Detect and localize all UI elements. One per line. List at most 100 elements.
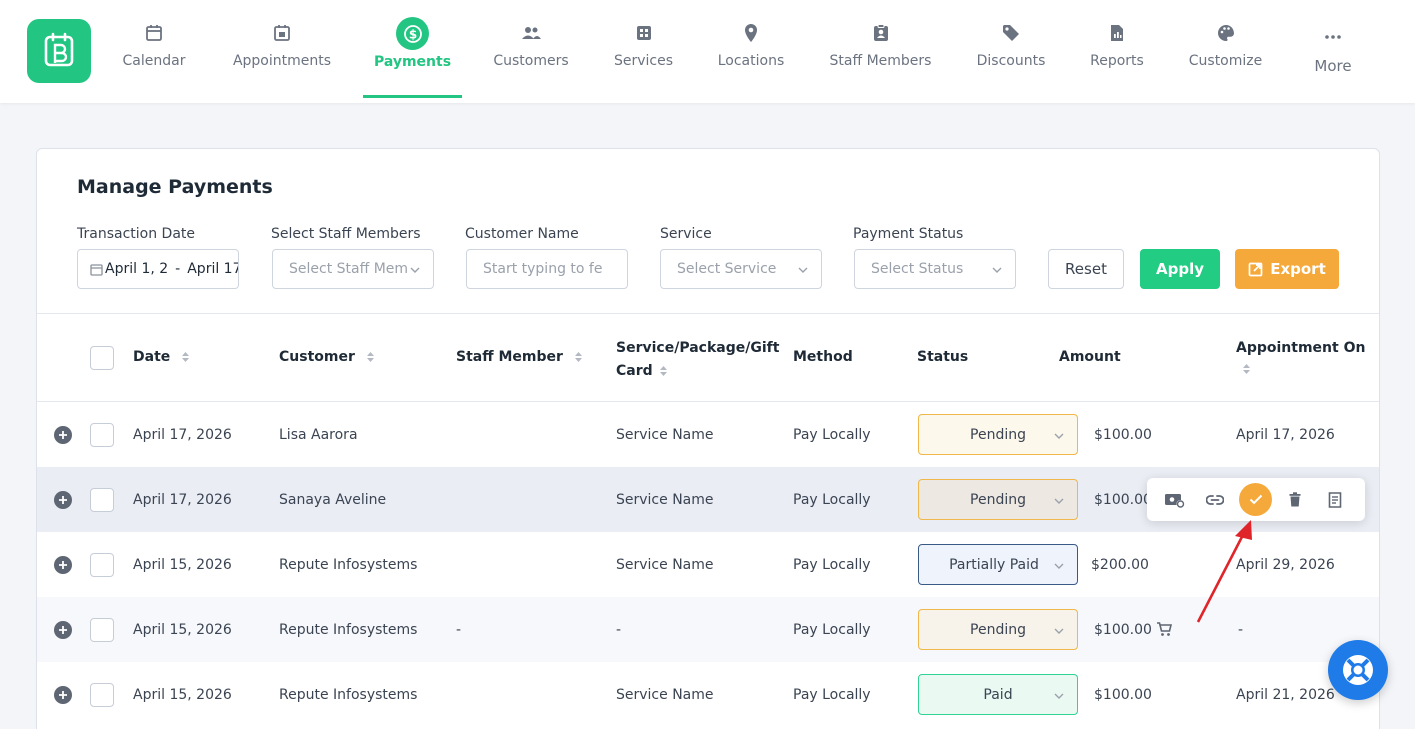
expand-row-button[interactable] bbox=[54, 491, 72, 509]
invoice-icon bbox=[1328, 491, 1342, 508]
logo-icon bbox=[44, 32, 74, 67]
nav-services[interactable]: Services bbox=[613, 0, 674, 98]
apply-button[interactable]: Apply bbox=[1140, 249, 1220, 289]
refund-button[interactable] bbox=[1161, 478, 1189, 521]
status-select[interactable]: Paid bbox=[918, 674, 1078, 715]
row-checkbox[interactable] bbox=[90, 488, 114, 512]
nav-staff-members[interactable]: Staff Members bbox=[828, 0, 933, 98]
staff-filter-label: Select Staff Members bbox=[271, 226, 421, 242]
plus-icon bbox=[59, 691, 67, 699]
tag-icon bbox=[1003, 25, 1019, 41]
report-icon bbox=[1111, 25, 1123, 41]
table-row[interactable]: April 15, 2026 Repute Infosystems Servic… bbox=[37, 532, 1379, 597]
invoice-button[interactable] bbox=[1324, 478, 1346, 521]
column-header-service[interactable]: Service/Package/Gift Card bbox=[616, 337, 779, 383]
row-amount: $100.00 bbox=[1094, 686, 1152, 703]
status-select[interactable]: Pending bbox=[918, 479, 1078, 520]
row-service: Service Name bbox=[616, 426, 714, 443]
row-amount: $100.00 bbox=[1094, 621, 1152, 638]
dollar-circle-icon: $ bbox=[403, 24, 422, 43]
nav-payments[interactable]: $ Payments bbox=[363, 0, 462, 98]
chevron-down-icon bbox=[1054, 628, 1064, 634]
row-customer: Sanaya Aveline bbox=[279, 491, 387, 508]
row-customer: Repute Infosystems bbox=[279, 686, 418, 703]
chevron-down-icon bbox=[1054, 693, 1064, 699]
column-header-customer[interactable]: Customer bbox=[279, 349, 375, 365]
row-method: Pay Locally bbox=[793, 491, 871, 508]
column-header-status: Status bbox=[917, 349, 969, 365]
row-checkbox[interactable] bbox=[90, 553, 114, 577]
column-header-amount: Amount bbox=[1059, 349, 1121, 365]
export-icon bbox=[1248, 262, 1263, 276]
id-badge-icon bbox=[873, 24, 888, 41]
table-row[interactable]: April 15, 2026 Repute Infosystems Servic… bbox=[37, 662, 1379, 727]
nav-reports[interactable]: Reports bbox=[1089, 0, 1145, 98]
status-select[interactable]: Select Status bbox=[854, 249, 1016, 289]
link-icon bbox=[1206, 494, 1224, 505]
row-method: Pay Locally bbox=[793, 426, 871, 443]
service-select[interactable]: Select Service bbox=[660, 249, 822, 289]
chevron-down-icon bbox=[1054, 498, 1064, 504]
expand-row-button[interactable] bbox=[54, 426, 72, 444]
nav-calendar[interactable]: Calendar bbox=[120, 0, 188, 98]
nav-customers[interactable]: Customers bbox=[491, 0, 571, 98]
customer-filter-label: Customer Name bbox=[465, 226, 579, 242]
table-row[interactable]: April 15, 2026 Repute Infosystems - - Pa… bbox=[37, 597, 1379, 662]
sort-icon bbox=[182, 352, 190, 362]
row-service: Service Name bbox=[616, 686, 714, 703]
row-date: April 17, 2026 bbox=[133, 491, 232, 508]
row-service: - bbox=[616, 621, 622, 638]
status-select[interactable]: Pending bbox=[918, 414, 1078, 455]
row-date: April 15, 2026 bbox=[133, 556, 232, 573]
nav-appointments[interactable]: Appointments bbox=[231, 0, 333, 98]
reset-button[interactable]: Reset bbox=[1048, 249, 1124, 289]
row-customer: Repute Infosystems bbox=[279, 621, 418, 638]
expand-row-button[interactable] bbox=[54, 621, 72, 639]
payment-refund-icon bbox=[1165, 493, 1185, 508]
expand-row-button[interactable] bbox=[54, 556, 72, 574]
chevron-down-icon bbox=[1054, 433, 1064, 439]
plus-icon bbox=[59, 626, 67, 634]
check-icon bbox=[1249, 494, 1262, 505]
app-logo[interactable] bbox=[27, 19, 91, 83]
row-amount: $200.00 bbox=[1091, 556, 1149, 573]
sort-icon bbox=[1243, 364, 1250, 374]
nav-discounts[interactable]: Discounts bbox=[975, 0, 1047, 98]
staff-select[interactable]: Select Staff Mem bbox=[272, 249, 434, 289]
column-header-appointment-on[interactable]: Appointment On bbox=[1236, 337, 1365, 383]
status-select[interactable]: Pending bbox=[918, 609, 1078, 650]
customer-search-input[interactable]: Start typing to fe bbox=[466, 249, 628, 289]
cart-icon-cell bbox=[1156, 597, 1172, 662]
row-checkbox[interactable] bbox=[90, 683, 114, 707]
row-checkbox[interactable] bbox=[90, 423, 114, 447]
nav-customize[interactable]: Customize bbox=[1187, 0, 1264, 98]
status-select[interactable]: Partially Paid bbox=[918, 544, 1078, 585]
help-button[interactable] bbox=[1328, 640, 1388, 700]
column-header-date[interactable]: Date bbox=[133, 349, 190, 365]
top-nav: Calendar Appointments $ Payments Custome… bbox=[0, 0, 1415, 103]
plus-icon bbox=[59, 496, 67, 504]
palette-icon bbox=[1217, 25, 1234, 41]
nav-locations[interactable]: Locations bbox=[716, 0, 786, 98]
row-service: Service Name bbox=[616, 491, 714, 508]
column-header-staff-member[interactable]: Staff Member bbox=[456, 349, 583, 365]
calendar-icon bbox=[146, 25, 162, 41]
row-checkbox[interactable] bbox=[90, 618, 114, 642]
table-row[interactable]: April 17, 2026 Lisa Aarora Service Name … bbox=[37, 402, 1379, 467]
delete-button[interactable] bbox=[1285, 478, 1305, 521]
export-button[interactable]: Export bbox=[1235, 249, 1339, 289]
users-icon bbox=[522, 27, 541, 39]
grid-list-icon bbox=[636, 26, 651, 40]
expand-row-button[interactable] bbox=[54, 686, 72, 704]
payments-card: Manage Payments Transaction Date April 1… bbox=[36, 148, 1380, 729]
active-tab-underline bbox=[363, 95, 462, 98]
mark-paid-button[interactable] bbox=[1239, 483, 1272, 516]
nav-more[interactable]: More bbox=[1312, 0, 1354, 98]
transaction-date-picker[interactable]: April 1, 2 - April 17, bbox=[77, 249, 239, 289]
select-all-checkbox[interactable] bbox=[90, 346, 114, 370]
divider bbox=[37, 313, 1379, 314]
row-amount: $100.00 bbox=[1094, 491, 1152, 508]
transaction-date-label: Transaction Date bbox=[77, 226, 196, 242]
calendar-icon bbox=[90, 263, 103, 276]
page-title: Manage Payments bbox=[77, 176, 273, 198]
